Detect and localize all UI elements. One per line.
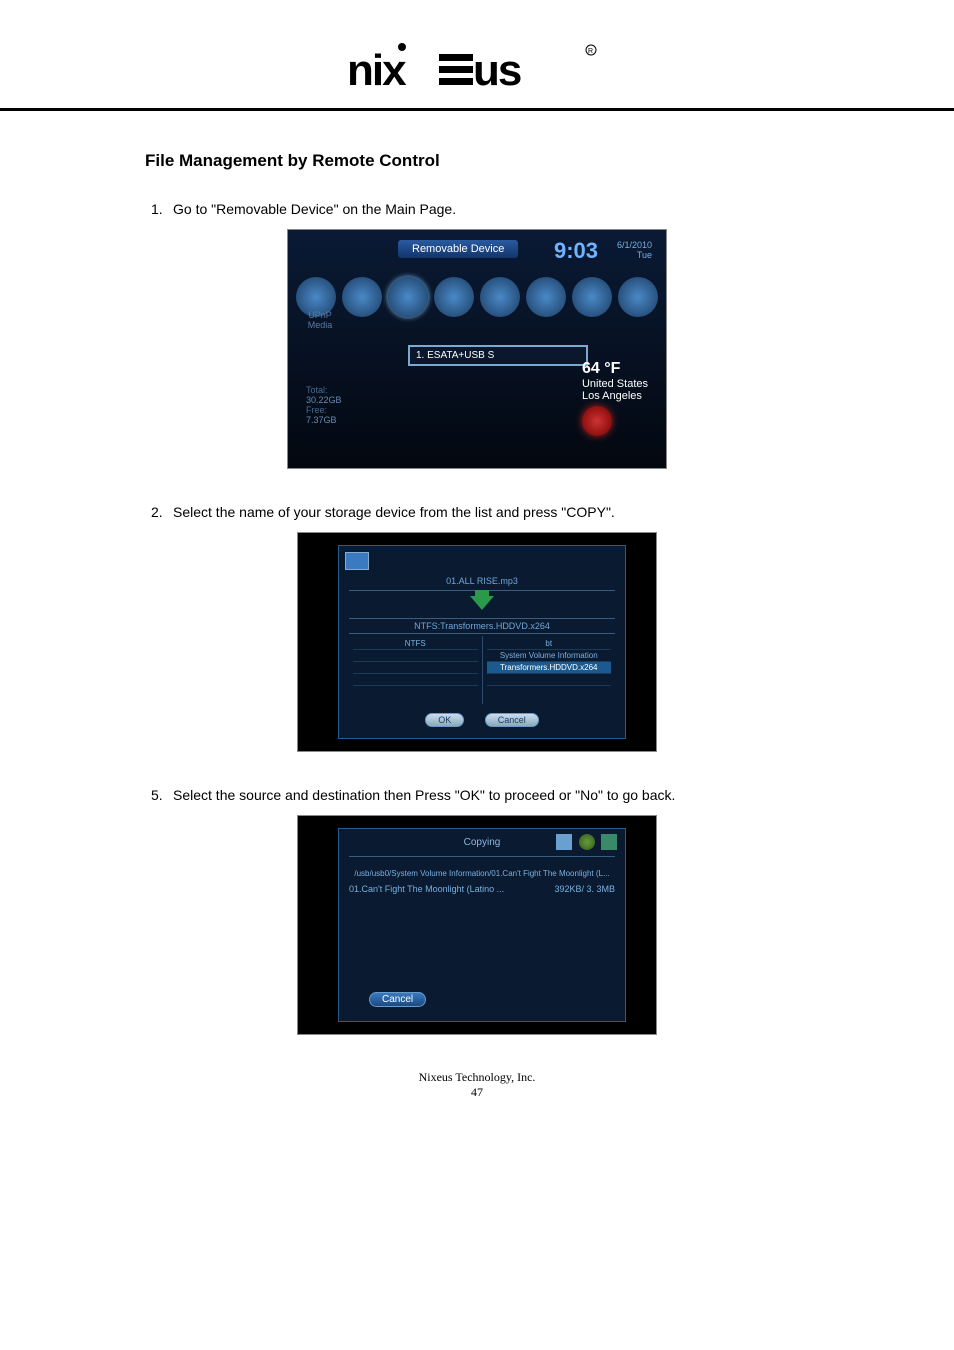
- status-icon: [556, 834, 572, 850]
- icon-row: [296, 272, 658, 322]
- screenshot-copy-dialog: 01.ALL RISE.mp3 NTFS:Transformers.HDDVD.…: [297, 532, 657, 752]
- total-label: Total:: [306, 385, 328, 395]
- step-number: 2.: [151, 504, 173, 520]
- step-text: Go to "Removable Device" on the Main Pag…: [173, 201, 456, 217]
- source-file: 01.ALL RISE.mp3: [349, 576, 615, 591]
- screenshot-copying-dialog: Copying /usb/usb0/System Volume Informat…: [297, 815, 657, 1035]
- header-logo-bar: nix us R: [0, 30, 954, 111]
- upnp-label: UPnP Media: [300, 310, 340, 330]
- step-1: 1.Go to "Removable Device" on the Main P…: [145, 201, 809, 217]
- device-list-item: 1. ESATA+USB S: [408, 345, 588, 366]
- screenshot-main-page: Removable Device 9:03 6/1/2010 Tue: [287, 229, 667, 469]
- clock-display: 9:03: [554, 238, 598, 264]
- page-number: 47: [0, 1085, 954, 1100]
- temperature: 64 °F: [582, 360, 648, 378]
- source-folder-icon: [345, 552, 369, 570]
- company-name: Nixeus Technology, Inc.: [0, 1070, 954, 1085]
- step-number: 1.: [151, 201, 173, 217]
- header-icons: [554, 833, 617, 851]
- weather-sun-icon: [582, 406, 612, 436]
- bt-icon: [434, 277, 474, 317]
- folder-row: System Volume Information: [487, 650, 612, 662]
- www-icon: [480, 277, 520, 317]
- right-column: bt System Volume Information Transformer…: [483, 636, 616, 704]
- network-icon: [342, 277, 382, 317]
- status-icon: [601, 834, 617, 850]
- weather-widget: 64 °F United States Los Angeles: [582, 360, 648, 436]
- page-footer: Nixeus Technology, Inc. 47: [0, 1070, 954, 1120]
- tab-removable-device: Removable Device: [398, 240, 518, 258]
- step-5: 5.Select the source and destination then…: [145, 787, 809, 803]
- step-text: Select the name of your storage device f…: [173, 504, 615, 520]
- cancel-button: Cancel: [485, 713, 539, 727]
- total-value: 30.22GB: [306, 395, 342, 405]
- svg-text:us: us: [473, 46, 521, 95]
- svg-text:nix: nix: [347, 46, 407, 95]
- location-city: Los Angeles: [582, 390, 648, 402]
- left-column: NTFS: [349, 636, 483, 704]
- settings-icon: [572, 277, 612, 317]
- svg-text:R: R: [588, 48, 593, 55]
- step-2: 2.Select the name of your storage device…: [145, 504, 809, 520]
- date-display: 6/1/2010 Tue: [617, 240, 652, 260]
- step-number: 5.: [151, 787, 173, 803]
- location-country: United States: [582, 378, 648, 390]
- free-value: 7.37GB: [306, 415, 337, 425]
- ok-button: OK: [425, 713, 464, 727]
- brand-logo: nix us R: [347, 40, 607, 100]
- media-icon: [618, 277, 658, 317]
- storage-stats: Total: 30.22GB Free: 7.37GB: [306, 385, 342, 425]
- usb-icon: [388, 277, 428, 317]
- free-label: Free:: [306, 405, 327, 415]
- cancel-button: Cancel: [369, 992, 426, 1007]
- destination-path: NTFS:Transformers.HDDVD.x264: [349, 618, 615, 634]
- file-name: 01.Can't Fight The Moonlight (Latino ...: [349, 884, 504, 894]
- volume-label: NTFS: [353, 638, 478, 650]
- folder-row-selected: Transformers.HDDVD.x264: [487, 662, 612, 674]
- folder-row: bt: [487, 638, 612, 650]
- rss-icon: [526, 277, 566, 317]
- status-icon: [579, 834, 595, 850]
- copy-path: /usb/usb0/System Volume Information/01.C…: [349, 869, 615, 878]
- file-size: 392KB/ 3. 3MB: [554, 884, 615, 894]
- step-text: Select the source and destination then P…: [173, 787, 675, 803]
- section-heading: File Management by Remote Control: [145, 151, 809, 171]
- arrow-icon: [470, 596, 494, 610]
- copy-file-progress: 01.Can't Fight The Moonlight (Latino ...…: [349, 884, 615, 894]
